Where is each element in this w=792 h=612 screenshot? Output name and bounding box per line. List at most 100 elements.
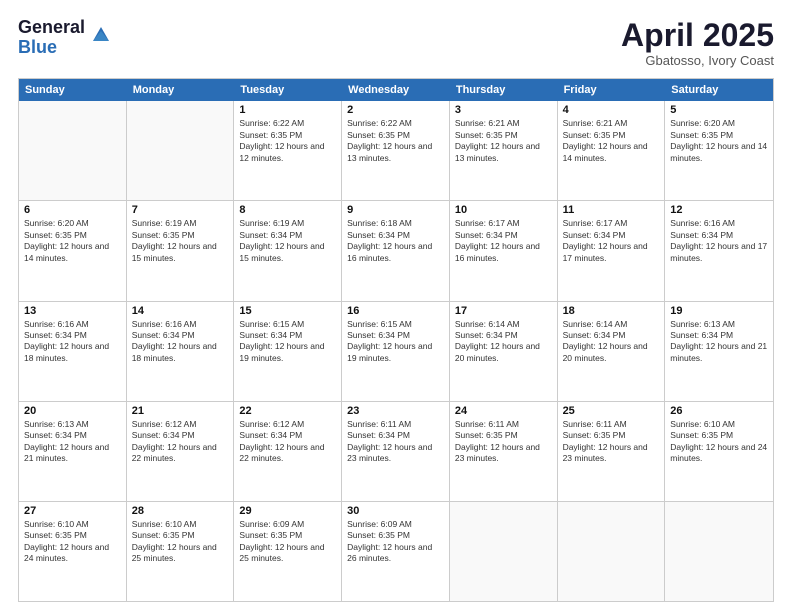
cell-text: Sunrise: 6:09 AM Sunset: 6:35 PM Dayligh…: [239, 519, 324, 563]
day-number: 14: [132, 305, 229, 317]
calendar-cell: 2 Sunrise: 6:22 AM Sunset: 6:35 PM Daylig…: [342, 101, 450, 200]
cell-text: Sunrise: 6:12 AM Sunset: 6:34 PM Dayligh…: [132, 419, 217, 463]
day-number: 9: [347, 204, 444, 216]
calendar-cell: 25Sunrise: 6:11 AM Sunset: 6:35 PM Dayli…: [558, 402, 666, 501]
day-number: 6: [24, 204, 121, 216]
day-number: 29: [239, 505, 336, 517]
day-number: 17: [455, 305, 552, 317]
calendar-row: 13 Sunrise: 6:16 AM Sunset: 6:34 PM Dayli…: [19, 302, 773, 402]
calendar-cell: 21Sunrise: 6:12 AM Sunset: 6:34 PM Dayli…: [127, 402, 235, 501]
cell-text: Sunrise: 6:13 AM Sunset: 6:34 PM Dayligh…: [24, 419, 109, 463]
day-number: 1: [239, 104, 336, 116]
day-number: 5: [670, 104, 768, 116]
day-number: 18: [563, 305, 660, 317]
calendar-cell: 16 Sunrise: 6:15 AM Sunset: 6:34 PM Dayli…: [342, 302, 450, 401]
calendar-header-cell: Friday: [558, 79, 666, 101]
calendar-body: 1 Sunrise: 6:22 AM Sunset: 6:35 PM Daylig…: [19, 101, 773, 601]
calendar-cell: 9 Sunrise: 6:18 AM Sunset: 6:34 PM Daylig…: [342, 201, 450, 300]
day-number: 13: [24, 305, 121, 317]
cell-text: Sunrise: 6:16 AM Sunset: 6:34 PM Dayligh…: [132, 319, 217, 363]
cell-text: Sunrise: 6:22 AM Sunset: 6:35 PM Dayligh…: [347, 118, 432, 162]
cell-text: Sunrise: 6:11 AM Sunset: 6:34 PM Dayligh…: [347, 419, 432, 463]
day-number: 7: [132, 204, 229, 216]
day-number: 12: [670, 204, 768, 216]
cell-text: Sunrise: 6:12 AM Sunset: 6:34 PM Dayligh…: [239, 419, 324, 463]
day-number: 10: [455, 204, 552, 216]
calendar-cell: 14 Sunrise: 6:16 AM Sunset: 6:34 PM Dayli…: [127, 302, 235, 401]
calendar-cell: [450, 502, 558, 601]
calendar-cell: 6 Sunrise: 6:20 AM Sunset: 6:35 PM Daylig…: [19, 201, 127, 300]
calendar-header-cell: Saturday: [665, 79, 773, 101]
cell-text: Sunrise: 6:10 AM Sunset: 6:35 PM Dayligh…: [670, 419, 767, 463]
day-number: 23: [347, 405, 444, 417]
calendar-cell: 15Sunrise: 6:15 AM Sunset: 6:34 PM Dayli…: [234, 302, 342, 401]
cell-text: Sunrise: 6:16 AM Sunset: 6:34 PM Dayligh…: [24, 319, 109, 363]
calendar-cell: 19 Sunrise: 6:13 AM Sunset: 6:34 PM Dayli…: [665, 302, 773, 401]
calendar-header-cell: Tuesday: [234, 79, 342, 101]
cell-text: Sunrise: 6:22 AM Sunset: 6:35 PM Dayligh…: [239, 118, 324, 162]
cell-text: Sunrise: 6:17 AM Sunset: 6:34 PM Dayligh…: [455, 218, 540, 262]
day-number: 25: [563, 405, 660, 417]
day-number: 11: [563, 204, 660, 216]
calendar-cell: 26 Sunrise: 6:10 AM Sunset: 6:35 PM Dayli…: [665, 402, 773, 501]
day-number: 8: [239, 204, 336, 216]
cell-text: Sunrise: 6:13 AM Sunset: 6:34 PM Dayligh…: [670, 319, 767, 363]
day-number: 2: [347, 104, 444, 116]
cell-text: Sunrise: 6:15 AM Sunset: 6:34 PM Dayligh…: [347, 319, 432, 363]
day-number: 15: [239, 305, 336, 317]
calendar-cell: 11 Sunrise: 6:17 AM Sunset: 6:34 PM Dayli…: [558, 201, 666, 300]
day-number: 3: [455, 104, 552, 116]
day-number: 20: [24, 405, 121, 417]
calendar-cell: 20 Sunrise: 6:13 AM Sunset: 6:34 PM Dayli…: [19, 402, 127, 501]
cell-text: Sunrise: 6:21 AM Sunset: 6:35 PM Dayligh…: [563, 118, 648, 162]
cell-text: Sunrise: 6:18 AM Sunset: 6:34 PM Dayligh…: [347, 218, 432, 262]
calendar-cell: 7Sunrise: 6:19 AM Sunset: 6:35 PM Daylig…: [127, 201, 235, 300]
calendar-header-cell: Monday: [127, 79, 235, 101]
day-number: 30: [347, 505, 444, 517]
day-number: 27: [24, 505, 121, 517]
cell-text: Sunrise: 6:14 AM Sunset: 6:34 PM Dayligh…: [563, 319, 648, 363]
header: General Blue April 2025 Gbatosso, Ivory …: [18, 18, 774, 68]
calendar-row: 20 Sunrise: 6:13 AM Sunset: 6:34 PM Dayli…: [19, 402, 773, 502]
calendar-cell: 28Sunrise: 6:10 AM Sunset: 6:35 PM Dayli…: [127, 502, 235, 601]
day-number: 16: [347, 305, 444, 317]
calendar-cell: [558, 502, 666, 601]
calendar-cell: 13 Sunrise: 6:16 AM Sunset: 6:34 PM Dayli…: [19, 302, 127, 401]
cell-text: Sunrise: 6:20 AM Sunset: 6:35 PM Dayligh…: [24, 218, 109, 262]
title-block: April 2025 Gbatosso, Ivory Coast: [621, 18, 774, 68]
calendar-cell: 17Sunrise: 6:14 AM Sunset: 6:34 PM Dayli…: [450, 302, 558, 401]
day-number: 22: [239, 405, 336, 417]
day-number: 28: [132, 505, 229, 517]
calendar-cell: [127, 101, 235, 200]
calendar-cell: 3 Sunrise: 6:21 AM Sunset: 6:35 PM Daylig…: [450, 101, 558, 200]
calendar-row: 6 Sunrise: 6:20 AM Sunset: 6:35 PM Daylig…: [19, 201, 773, 301]
day-number: 26: [670, 405, 768, 417]
calendar-cell: 24Sunrise: 6:11 AM Sunset: 6:35 PM Dayli…: [450, 402, 558, 501]
main-title: April 2025: [621, 18, 774, 53]
calendar: SundayMondayTuesdayWednesdayThursdayFrid…: [18, 78, 774, 602]
cell-text: Sunrise: 6:09 AM Sunset: 6:35 PM Dayligh…: [347, 519, 432, 563]
day-number: 24: [455, 405, 552, 417]
calendar-row: 27 Sunrise: 6:10 AM Sunset: 6:35 PM Dayli…: [19, 502, 773, 601]
calendar-row: 1 Sunrise: 6:22 AM Sunset: 6:35 PM Daylig…: [19, 101, 773, 201]
cell-text: Sunrise: 6:21 AM Sunset: 6:35 PM Dayligh…: [455, 118, 540, 162]
calendar-cell: 27 Sunrise: 6:10 AM Sunset: 6:35 PM Dayli…: [19, 502, 127, 601]
calendar-cell: [19, 101, 127, 200]
cell-text: Sunrise: 6:20 AM Sunset: 6:35 PM Dayligh…: [670, 118, 767, 162]
logo-blue: Blue: [18, 38, 85, 58]
calendar-cell: 30 Sunrise: 6:09 AM Sunset: 6:35 PM Dayli…: [342, 502, 450, 601]
calendar-header-cell: Thursday: [450, 79, 558, 101]
logo-general: General: [18, 18, 85, 38]
calendar-cell: 29 Sunrise: 6:09 AM Sunset: 6:35 PM Dayli…: [234, 502, 342, 601]
calendar-header-cell: Wednesday: [342, 79, 450, 101]
logo-icon: [89, 23, 111, 45]
calendar-cell: 18 Sunrise: 6:14 AM Sunset: 6:34 PM Dayli…: [558, 302, 666, 401]
cell-text: Sunrise: 6:17 AM Sunset: 6:34 PM Dayligh…: [563, 218, 648, 262]
cell-text: Sunrise: 6:10 AM Sunset: 6:35 PM Dayligh…: [24, 519, 109, 563]
calendar-header-cell: Sunday: [19, 79, 127, 101]
day-number: 19: [670, 305, 768, 317]
calendar-cell: 10 Sunrise: 6:17 AM Sunset: 6:34 PM Dayli…: [450, 201, 558, 300]
calendar-cell: 1 Sunrise: 6:22 AM Sunset: 6:35 PM Daylig…: [234, 101, 342, 200]
calendar-header: SundayMondayTuesdayWednesdayThursdayFrid…: [19, 79, 773, 101]
calendar-cell: 4Sunrise: 6:21 AM Sunset: 6:35 PM Daylig…: [558, 101, 666, 200]
